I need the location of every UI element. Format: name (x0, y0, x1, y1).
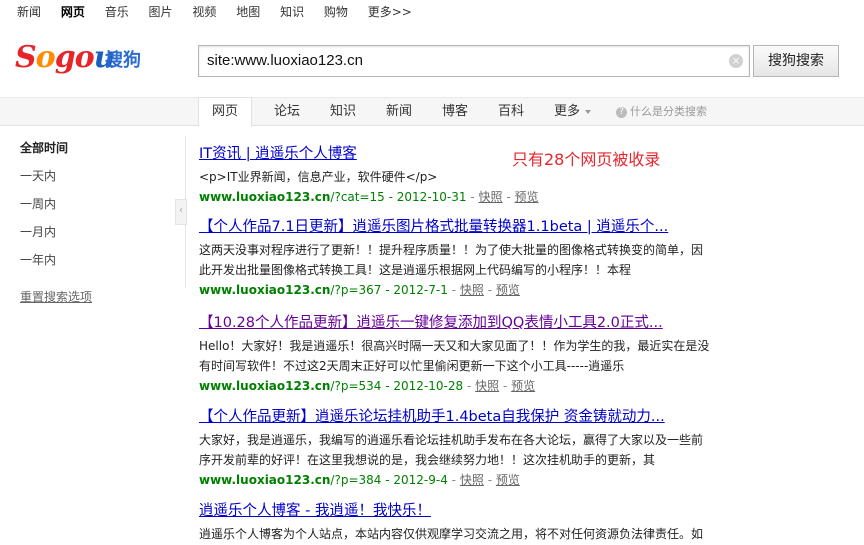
snippet-line: 这两天没事对程序进行了更新！！提升程序质量！！为了使大批量的图像格式转换变的简单… (199, 243, 704, 257)
snippet-line: 此开发出批量图像格式转换工具！这是逍遥乐根据网上代码编写的小程序！！本程 (199, 263, 632, 277)
topnav-news[interactable]: 新闻 (17, 5, 41, 19)
result-meta: www.luoxiao123.cn/?p=534 - 2012-10-28 - … (199, 379, 536, 393)
preview-link[interactable]: 预览 (511, 379, 535, 393)
tab-more-label: 更多 (554, 104, 581, 119)
snapshot-link[interactable]: 快照 (475, 379, 499, 393)
search-input-value: site:www.luoxiao123.cn (207, 52, 363, 69)
tab-knowledge[interactable]: 知识 (330, 98, 356, 125)
topnav-shopping[interactable]: 购物 (324, 5, 348, 19)
result-item: 【10.28个人作品更新】逍遥乐一键修复添加到QQ表情小工具2.0正式... H… (199, 311, 759, 396)
clear-icon[interactable]: × (729, 54, 743, 68)
chevron-down-icon (585, 109, 592, 114)
filter-one-month[interactable]: 一月内 (20, 223, 56, 240)
snippet-line: Hello！大家好！我是逍遥乐！很高兴时隔一天又和大家见面了！！作为学生的我，最… (199, 339, 710, 353)
snapshot-link[interactable]: 快照 (460, 283, 484, 297)
logo-cn-text: 搜狗 (105, 50, 141, 71)
top-nav: 新闻 网页 音乐 图片 视频 地图 知识 购物 更多>> (17, 3, 428, 19)
preview-link[interactable]: 预览 (496, 473, 520, 487)
snippet-line: 逍遥乐个人博客为个人站点，本站内容仅供观摩学习交流之用，将不对任何资源负法律责任… (199, 527, 704, 541)
result-snippet: 这两天没事对程序进行了更新！！提升程序质量！！为了使大批量的图像格式转换变的简单… (199, 240, 759, 280)
snippet-line: 序开发前辈的好评！在这里我想说的是，我会继续努力地！！这次挂机助手的更新，其 (199, 453, 656, 467)
result-url-host: www.luoxiao123.cn (199, 283, 331, 297)
result-title[interactable]: IT资讯 | 逍遥乐个人博客 (199, 142, 759, 163)
tab-baike[interactable]: 百科 (498, 98, 524, 125)
snippet-line: 有时间写软件！不过这2天周末正好可以忙里偷闲更新一下这个小工具-----逍遥乐 (199, 359, 625, 373)
result-title[interactable]: 【10.28个人作品更新】逍遥乐一键修复添加到QQ表情小工具2.0正式... (199, 311, 759, 332)
result-url-host: www.luoxiao123.cn (199, 379, 331, 393)
result-url-host: www.luoxiao123.cn (199, 190, 331, 204)
snapshot-link[interactable]: 快照 (460, 473, 484, 487)
result-meta: www.luoxiao123.cn/?p=384 - 2012-9-4 - 快照… (199, 473, 520, 487)
topnav-map[interactable]: 地图 (236, 5, 260, 19)
result-snippet: 大家好，我是逍遥乐，我编写的逍遥乐看论坛挂机助手发布在各大论坛，赢得了大家以及一… (199, 430, 759, 470)
filter-one-day[interactable]: 一天内 (20, 167, 56, 184)
topnav-music[interactable]: 音乐 (105, 5, 129, 19)
result-title[interactable]: 【个人作品更新】逍遥乐论坛挂机助手1.4beta自我保护 资金铸就动力... (199, 405, 759, 426)
tab-forum[interactable]: 论坛 (274, 98, 300, 125)
result-title[interactable]: 逍遥乐个人博客 - 我逍遥！我快乐！ (199, 499, 759, 520)
tab-more[interactable]: 更多 (554, 98, 592, 125)
result-meta: www.luoxiao123.cn/?cat=15 - 2012-10-31 -… (199, 190, 539, 204)
result-title[interactable]: 【个人作品7.1日更新】逍遥乐图片格式批量转换器1.1beta | 逍遥乐个..… (199, 215, 759, 236)
result-item: IT资讯 | 逍遥乐个人博客 <p>IT业界新闻，信息产业，软件硬件</p> w… (199, 142, 759, 207)
category-tabbar: 网页 论坛 知识 新闻 博客 百科 更多 ? 什么是分类搜索 (0, 97, 864, 127)
result-snippet: <p>IT业界新闻，信息产业，软件硬件</p> (199, 167, 759, 187)
topnav-knowledge[interactable]: 知识 (280, 5, 304, 19)
result-snippet: Hello！大家好！我是逍遥乐！很高兴时隔一天又和大家见面了！！作为学生的我，最… (199, 336, 759, 376)
preview-link[interactable]: 预览 (496, 283, 520, 297)
snippet-line: <p>IT业界新闻，信息产业，软件硬件</p> (199, 170, 438, 184)
topnav-images[interactable]: 图片 (149, 5, 173, 19)
result-url-path: /?p=384 - 2012-9-4 (330, 473, 448, 487)
question-icon: ? (616, 106, 627, 118)
result-item: 逍遥乐个人博客 - 我逍遥！我快乐！ 逍遥乐个人博客为个人站点，本站内容仅供观摩… (199, 499, 759, 544)
preview-link[interactable]: 预览 (515, 190, 539, 204)
collapse-sidebar-button[interactable]: ‹ (175, 199, 187, 225)
help-link[interactable]: ? 什么是分类搜索 (616, 98, 707, 125)
search-button[interactable]: 搜狗搜索 (753, 45, 839, 77)
filter-all-time[interactable]: 全部时间 (20, 139, 68, 156)
tab-news[interactable]: 新闻 (386, 98, 412, 125)
filter-one-week[interactable]: 一周内 (20, 195, 56, 212)
result-item: 【个人作品更新】逍遥乐论坛挂机助手1.4beta自我保护 资金铸就动力... 大… (199, 405, 759, 490)
sogou-logo[interactable]: Sogou 搜狗 (15, 40, 150, 78)
topnav-more[interactable]: 更多>> (368, 5, 412, 19)
chevron-left-icon: ‹ (179, 205, 183, 216)
filter-one-year[interactable]: 一年内 (20, 251, 56, 268)
snippet-line: 大家好，我是逍遥乐，我编写的逍遥乐看论坛挂机助手发布在各大论坛，赢得了大家以及一… (199, 433, 704, 447)
result-url-path: /?p=534 - 2012-10-28 (330, 379, 464, 393)
result-item: 【个人作品7.1日更新】逍遥乐图片格式批量转换器1.1beta | 逍遥乐个..… (199, 215, 759, 300)
result-url-path: /?p=367 - 2012-7-1 (330, 283, 448, 297)
tab-blog[interactable]: 博客 (442, 98, 468, 125)
tab-web[interactable]: 网页 (198, 97, 253, 127)
result-url-host: www.luoxiao123.cn (199, 473, 331, 487)
help-link-label: 什么是分类搜索 (630, 105, 707, 118)
result-snippet: 逍遥乐个人博客为个人站点，本站内容仅供观摩学习交流之用，将不对任何资源负法律责任… (199, 524, 759, 544)
logo-latin-text: Sogou (15, 40, 115, 75)
topnav-video[interactable]: 视频 (192, 5, 216, 19)
result-meta: www.luoxiao123.cn/?p=367 - 2012-7-1 - 快照… (199, 283, 520, 297)
topnav-web[interactable]: 网页 (61, 5, 85, 19)
snapshot-link[interactable]: 快照 (479, 190, 503, 204)
result-url-path: /?cat=15 - 2012-10-31 (330, 190, 467, 204)
reset-search-options[interactable]: 重置搜索选项 (20, 288, 92, 305)
search-input[interactable]: site:www.luoxiao123.cn × (198, 45, 750, 77)
